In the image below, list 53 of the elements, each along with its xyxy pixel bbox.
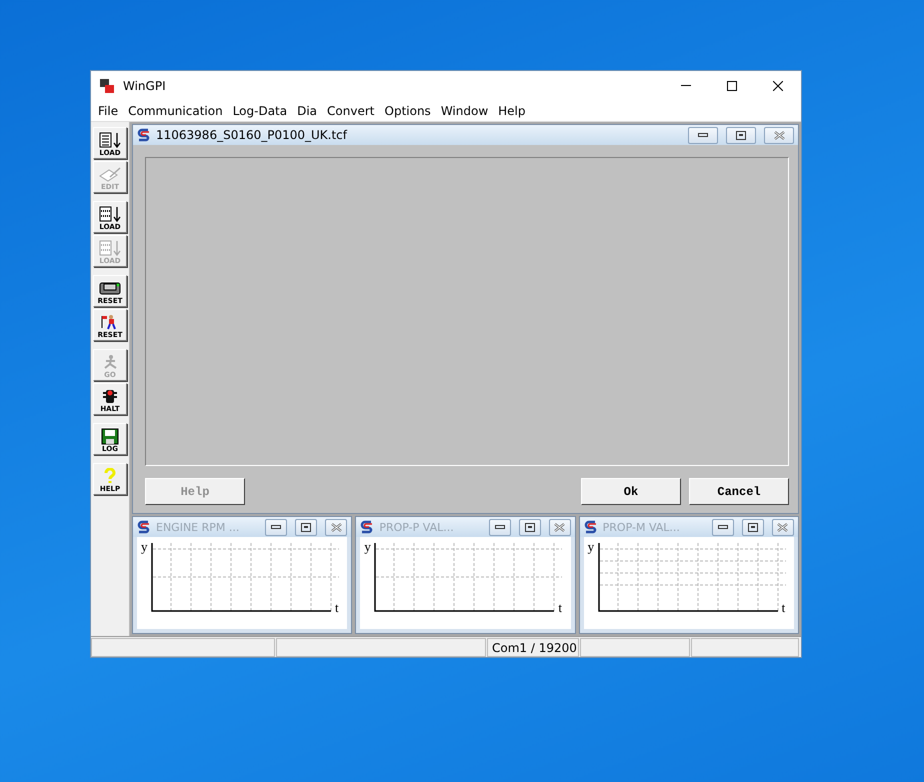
graph-title: PROP-P VAL... (379, 520, 455, 534)
menu-item[interactable]: Convert (323, 104, 380, 118)
close-icon (774, 130, 784, 140)
axis-label: t (558, 601, 562, 614)
axis-label: y (364, 540, 371, 553)
axis-label: y (141, 540, 148, 553)
swirl-logo-icon (137, 128, 151, 142)
restore-button[interactable] (295, 518, 318, 536)
maximize-icon (748, 522, 758, 532)
minimize-button[interactable] (688, 126, 718, 144)
dialog-button[interactable]: Cancel (689, 478, 789, 505)
axis-label: t (335, 601, 339, 614)
maximize-icon (301, 522, 312, 532)
minimize-button[interactable] (712, 518, 734, 536)
swirl-logo-icon (584, 520, 598, 534)
minimize-icon (681, 85, 691, 87)
menu-item[interactable]: Log-Data (228, 104, 294, 118)
app-logo-icon (99, 78, 115, 94)
restore-button[interactable] (742, 518, 764, 536)
maximize-icon (524, 522, 535, 532)
menu-item[interactable]: Options (380, 104, 437, 118)
minimize-icon (698, 132, 708, 138)
dialog-button[interactable]: Ok (581, 478, 681, 505)
restore-button[interactable] (726, 126, 756, 144)
close-button[interactable] (772, 518, 794, 536)
menu-item[interactable]: Communication (124, 104, 229, 118)
status-text: Com1 / 19200 (487, 638, 579, 657)
minimize-button[interactable] (265, 518, 288, 536)
minimize-button[interactable] (488, 518, 511, 536)
restore-button[interactable] (518, 518, 541, 536)
window-title: WinGPI (123, 79, 167, 93)
menu-item[interactable]: Window (436, 104, 494, 118)
minimize-icon (271, 524, 282, 530)
axis-label: t (782, 601, 786, 614)
close-icon (777, 522, 788, 532)
maximize-icon (736, 130, 746, 140)
graph-title: ENGINE RPM ... (156, 520, 240, 534)
minimize-icon (718, 524, 728, 530)
axis-label: y (588, 540, 594, 553)
menu-item[interactable]: Help (494, 104, 532, 118)
swirl-logo-icon (137, 520, 151, 534)
close-icon (330, 522, 342, 532)
swirl-logo-icon (360, 520, 374, 534)
maximize-icon (727, 81, 737, 91)
close-button[interactable] (325, 518, 348, 536)
close-icon (773, 81, 783, 91)
graph-title: PROP-M VAL... (602, 520, 681, 534)
dialog-title: 11063986_S0160_P0100_UK.tcf (156, 128, 348, 142)
menu-item[interactable]: File (94, 104, 124, 118)
close-icon (554, 522, 566, 532)
close-button[interactable] (548, 518, 571, 536)
menu-item[interactable]: Dia (293, 104, 324, 118)
minimize-icon (494, 524, 505, 530)
